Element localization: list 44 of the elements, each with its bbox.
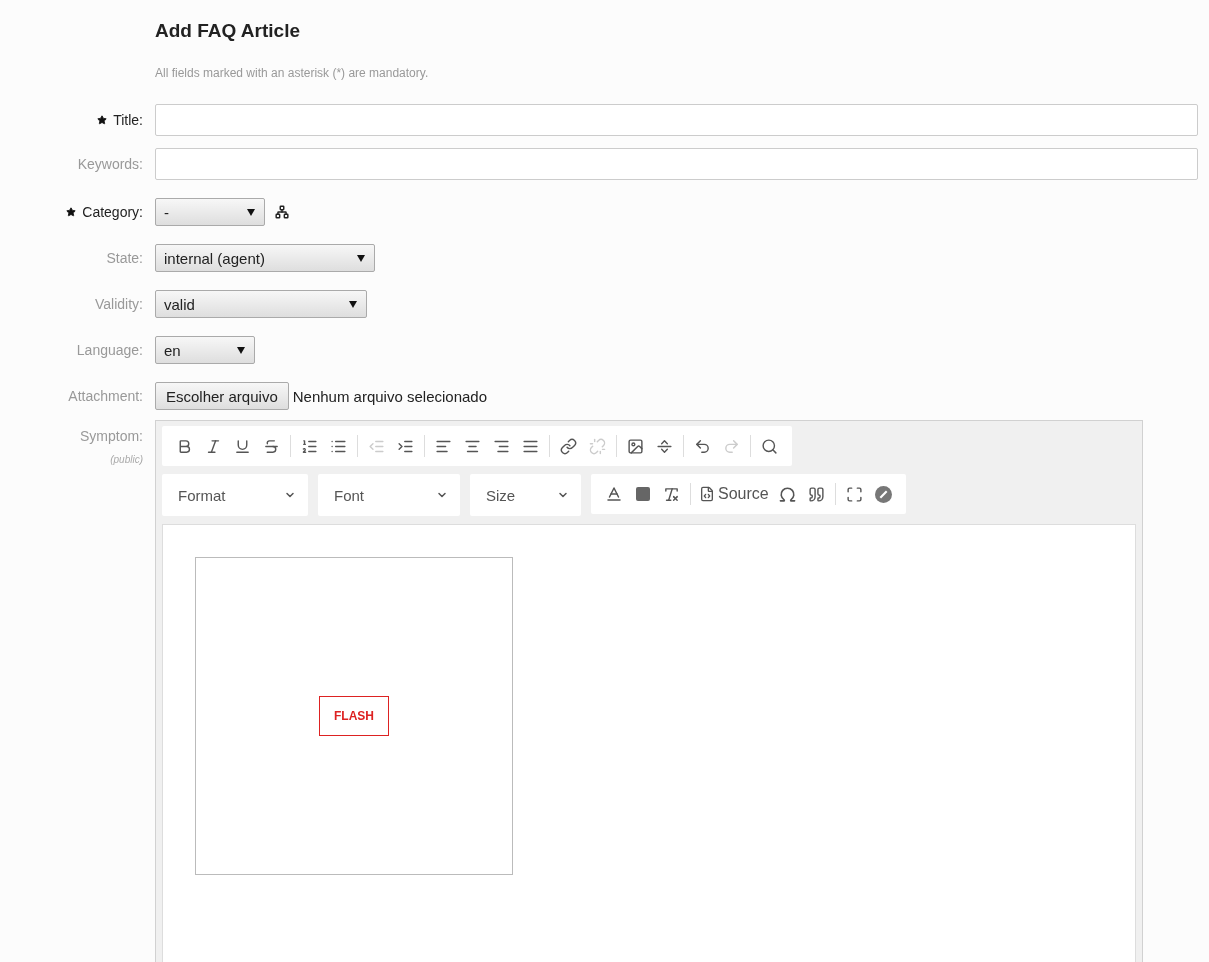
field-label: Attachment: bbox=[68, 388, 143, 404]
editor-content[interactable]: FLASH bbox=[162, 524, 1136, 962]
mandatory-note: All fields marked with an asterisk (*) are mandatory. bbox=[155, 66, 430, 80]
field-label: Title: bbox=[113, 112, 143, 128]
background-color-icon bbox=[635, 487, 650, 501]
dropdown[interactable]: - bbox=[155, 198, 265, 226]
omega-icon bbox=[777, 484, 797, 504]
format-dropdown[interactable]: Font bbox=[318, 474, 460, 516]
horizontal-rule-icon bbox=[656, 437, 673, 455]
tree-icon[interactable] bbox=[275, 205, 289, 219]
flash-label: FLASH bbox=[319, 696, 389, 736]
numbered-list-icon bbox=[301, 437, 318, 455]
link-icon bbox=[560, 437, 577, 455]
dropdown[interactable]: en bbox=[155, 336, 255, 364]
search-icon bbox=[761, 437, 778, 455]
unlink-icon bbox=[589, 437, 606, 455]
redo-icon bbox=[723, 437, 740, 455]
remove-format-icon bbox=[663, 485, 680, 503]
page-title: Add FAQ Article bbox=[155, 19, 301, 43]
field-label: Validity: bbox=[95, 296, 143, 312]
field-label: Symptom: bbox=[80, 428, 143, 444]
field-label: Category: bbox=[82, 204, 143, 220]
text-field[interactable] bbox=[155, 148, 1198, 180]
dropdown[interactable]: valid bbox=[155, 290, 367, 318]
underline-icon bbox=[234, 437, 251, 455]
field-label: Language: bbox=[76, 342, 143, 358]
choose-file-button[interactable]: Escolher arquivo bbox=[155, 382, 289, 410]
file-code-icon bbox=[699, 486, 715, 502]
field-label: State: bbox=[106, 250, 143, 266]
public-note: (public) bbox=[110, 454, 143, 465]
italic-icon bbox=[205, 437, 222, 455]
maximize-icon bbox=[845, 485, 863, 503]
source-button[interactable]: Source bbox=[695, 485, 773, 503]
format-dropdown[interactable]: Format bbox=[162, 474, 308, 516]
strikethrough-icon bbox=[263, 437, 280, 455]
format-dropdown[interactable]: Size bbox=[470, 474, 581, 516]
dropdown[interactable]: internal (agent) bbox=[155, 244, 375, 272]
text-color-icon bbox=[604, 485, 623, 503]
image-icon bbox=[627, 437, 644, 455]
undo-icon bbox=[694, 437, 711, 455]
quote-icon bbox=[807, 485, 825, 503]
text-field[interactable] bbox=[155, 104, 1198, 136]
field-label: Keywords: bbox=[77, 156, 143, 172]
file-status: Nenhum arquivo selecionado bbox=[292, 387, 488, 405]
